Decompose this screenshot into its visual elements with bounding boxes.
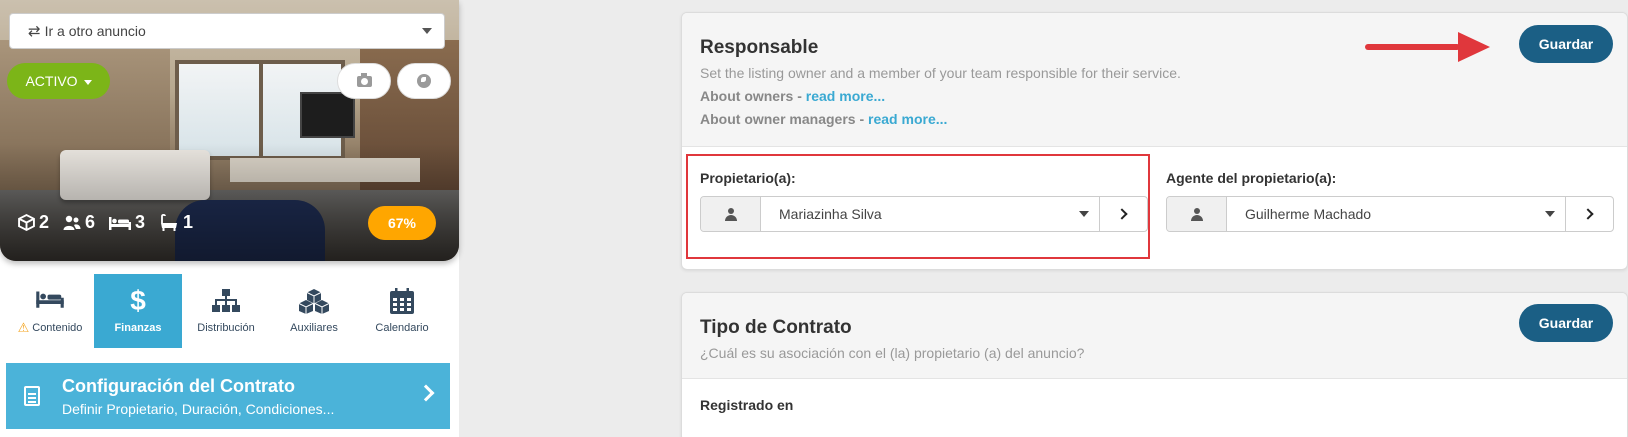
tab-contenido-label: Contenido bbox=[32, 322, 83, 334]
tab-finanzas-label: Finanzas bbox=[114, 322, 162, 334]
completion-badge: 67% bbox=[368, 206, 436, 240]
owners-info: About owners - read more... bbox=[700, 88, 1609, 104]
dollar-icon: $ bbox=[130, 285, 146, 316]
contract-title: Configuración del Contrato bbox=[62, 375, 295, 396]
contract-type-body: Registrado en bbox=[682, 379, 1627, 431]
globe-icon bbox=[417, 74, 431, 88]
responsable-description: Set the listing owner and a member of yo… bbox=[700, 65, 1181, 81]
listing-stats: 2 6 3 1 bbox=[18, 212, 193, 233]
tab-distribucion[interactable]: Distribución bbox=[182, 274, 270, 348]
tab-contenido[interactable]: ⚠ Contenido bbox=[6, 274, 94, 348]
calendar-icon bbox=[390, 288, 414, 314]
managers-read-more-link[interactable]: read more... bbox=[868, 111, 947, 127]
tab-calendario[interactable]: Calendario bbox=[358, 274, 446, 348]
listing-panel: ⇄ Ir a otro anuncio ACTIVO 2 6 3 1 67% ⚠… bbox=[0, 0, 459, 437]
agent-open-button[interactable] bbox=[1565, 197, 1613, 231]
camera-icon bbox=[356, 72, 372, 87]
contract-type-card: Tipo de Contrato ¿Cuál es su asociación … bbox=[681, 292, 1628, 437]
stat-rooms-value: 2 bbox=[39, 212, 50, 232]
caret-down-icon bbox=[83, 79, 92, 85]
contract-type-title: Tipo de Contrato bbox=[700, 317, 852, 338]
agent-label: Agente del propietario(a): bbox=[1166, 170, 1337, 186]
tab-finanzas[interactable]: $ Finanzas bbox=[94, 274, 182, 348]
tab-distribucion-label: Distribución bbox=[197, 322, 255, 334]
stat-baths: 1 bbox=[159, 212, 193, 233]
save-responsable-button[interactable]: Guardar bbox=[1519, 25, 1613, 63]
stat-beds: 3 bbox=[109, 212, 145, 233]
photos-button[interactable] bbox=[337, 63, 391, 99]
swap-icon: ⇄ bbox=[28, 23, 41, 40]
contract-type-description: ¿Cuál es su asociación con el (la) propi… bbox=[700, 345, 1085, 361]
arrow-annotation-icon bbox=[1365, 32, 1490, 62]
status-dropdown[interactable]: ACTIVO bbox=[7, 63, 110, 99]
managers-text: About owner managers - bbox=[700, 111, 869, 127]
website-button[interactable] bbox=[397, 63, 451, 99]
sitemap-icon bbox=[212, 288, 240, 314]
stat-guests: 6 bbox=[63, 212, 95, 233]
owner-highlight-box bbox=[686, 154, 1150, 259]
stat-baths-value: 1 bbox=[183, 212, 194, 232]
agent-field: Agente del propietario(a): Guilherme Mac… bbox=[1166, 170, 1614, 232]
contract-config-item[interactable]: Configuración del Contrato Definir Propi… bbox=[6, 363, 450, 429]
chevron-down-icon bbox=[1535, 197, 1565, 231]
cubes-icon bbox=[298, 288, 330, 314]
save-contract-type-button[interactable]: Guardar bbox=[1519, 304, 1613, 342]
document-icon bbox=[24, 386, 40, 406]
owners-text: About owners - bbox=[700, 88, 806, 104]
goto-listing-label: Ir a otro anuncio bbox=[44, 23, 146, 39]
contract-type-header: Tipo de Contrato ¿Cuál es su asociación … bbox=[682, 293, 1627, 379]
owners-read-more-link[interactable]: read more... bbox=[806, 88, 885, 104]
goto-listing-select[interactable]: ⇄ Ir a otro anuncio bbox=[9, 13, 445, 49]
bed-icon bbox=[109, 216, 132, 230]
managers-info: About owner managers - read more... bbox=[700, 111, 1609, 127]
bath-icon bbox=[161, 214, 178, 231]
tab-auxiliares-label: Auxiliares bbox=[290, 322, 338, 334]
user-icon bbox=[1167, 197, 1227, 231]
tab-calendario-label: Calendario bbox=[375, 322, 429, 334]
chevron-right-icon bbox=[1582, 208, 1594, 220]
stat-beds-value: 3 bbox=[135, 212, 146, 232]
warning-icon: ⚠ bbox=[17, 320, 30, 335]
agent-value: Guilherme Machado bbox=[1245, 206, 1372, 222]
contract-subtitle: Definir Propietario, Duración, Condicion… bbox=[62, 400, 335, 417]
bed-icon bbox=[35, 286, 65, 312]
chevron-down-icon bbox=[422, 28, 432, 34]
registered-label: Registrado en bbox=[700, 397, 794, 413]
tab-auxiliares[interactable]: Auxiliares bbox=[270, 274, 358, 348]
listing-tabs: ⚠ Contenido $ Finanzas Distribución Auxil… bbox=[6, 274, 450, 348]
cube-icon bbox=[18, 214, 35, 231]
stat-rooms: 2 bbox=[18, 212, 49, 233]
chevron-right-icon bbox=[417, 384, 435, 402]
agent-select[interactable]: Guilherme Machado bbox=[1166, 196, 1614, 232]
stat-guests-value: 6 bbox=[85, 212, 96, 232]
users-icon bbox=[63, 215, 81, 230]
status-label: ACTIVO bbox=[25, 73, 78, 89]
